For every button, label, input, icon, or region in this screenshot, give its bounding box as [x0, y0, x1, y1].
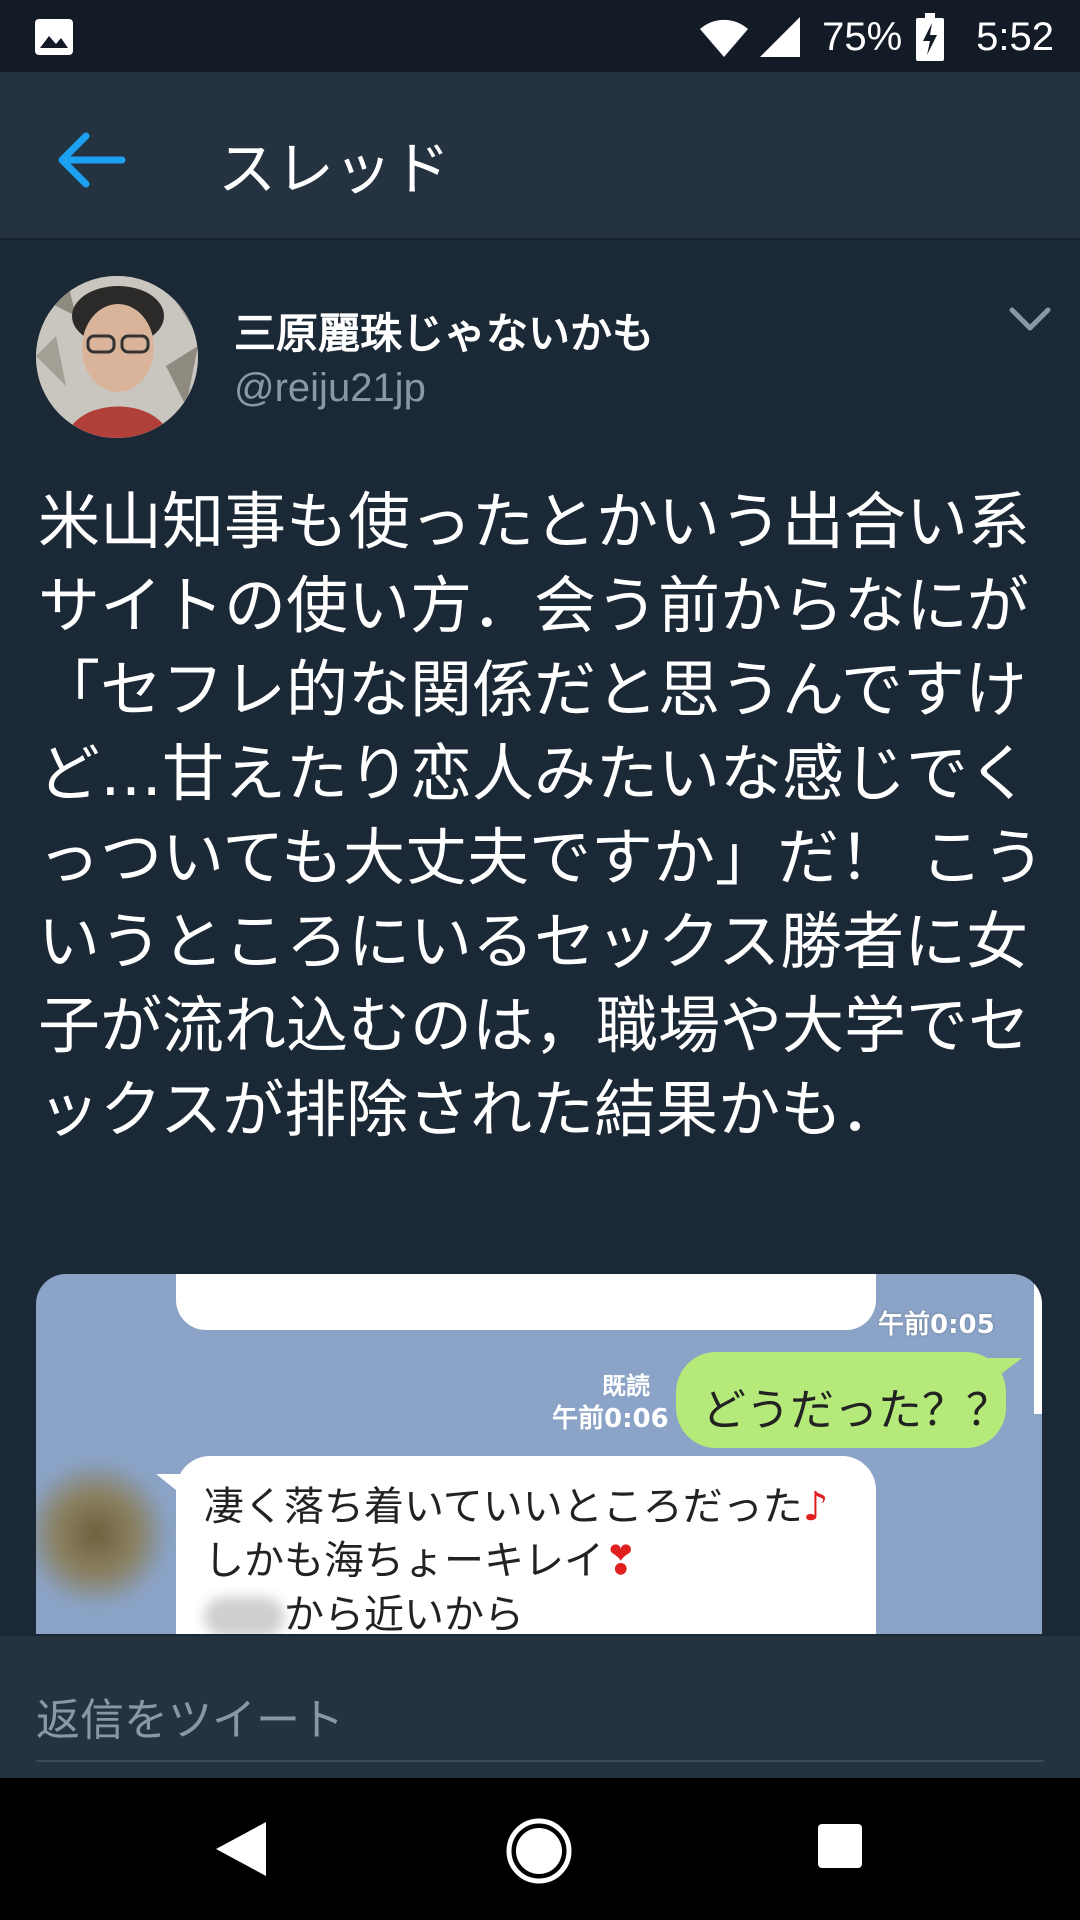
- app-header: スレッド: [0, 72, 1080, 240]
- image-icon: [34, 18, 74, 60]
- tweet-text: 米山知事も使ったとかいう出合い系サイトの使い方．会う前からなにが「セフレ的な関係…: [38, 485, 1045, 1146]
- display-name[interactable]: 三原麗珠じゃないかも: [234, 300, 654, 361]
- wifi-icon: [698, 15, 750, 59]
- tweet-media[interactable]: 午前0:05 既読 午前0:06 どうだった？？ 凄く落ち着いていいところだった…: [36, 1274, 1042, 1634]
- user-handle[interactable]: @reiju21jp: [234, 366, 426, 411]
- nav-home-icon[interactable]: [504, 1816, 574, 1886]
- signal-icon: [758, 15, 802, 59]
- back-button[interactable]: [52, 120, 132, 200]
- heart-icon: ❣: [604, 1538, 638, 1584]
- chevron-down-icon[interactable]: [1008, 304, 1052, 334]
- reply-input[interactable]: 返信をツイート: [36, 1684, 344, 1748]
- nav-back-icon[interactable]: [210, 1816, 276, 1882]
- blurred-text: [204, 1597, 284, 1634]
- chat-time: 午前0:05: [878, 1310, 995, 1340]
- clock: 5:52: [976, 14, 1054, 59]
- chat-read-label: 既読: [602, 1372, 650, 1400]
- reply-underline: [36, 1760, 1044, 1762]
- avatar[interactable]: [36, 276, 198, 438]
- chat-line: しかも海ちょーキレイ❣: [204, 1538, 638, 1584]
- chat-line: から近いから: [204, 1588, 828, 1634]
- chat-line: 凄く落ち着いていいところだった♪: [204, 1484, 829, 1530]
- chat-bubble-previous: [176, 1274, 876, 1330]
- blurred-avatar: [36, 1464, 166, 1604]
- reply-bar: 返信をツイート: [0, 1636, 1080, 1778]
- page-title: スレッド: [218, 135, 451, 203]
- battery-charging-icon: [916, 13, 945, 61]
- status-bar: 75% 5:52: [0, 0, 1080, 72]
- arrow-left-icon: [58, 132, 126, 188]
- battery-percent: 75%: [822, 14, 903, 59]
- navigation-bar: [0, 1778, 1080, 1920]
- chat-received-text: 凄く落ち着いていいところだった♪ しかも海ちょーキレイ❣ から近いから: [204, 1480, 828, 1634]
- chat-time: 午前0:06: [552, 1404, 669, 1434]
- chat-sent-text: どうだった？？: [702, 1385, 1010, 1436]
- status-icons: 75% 5:52: [698, 12, 1054, 62]
- media-edge: [1034, 1274, 1042, 1414]
- music-note-icon: ♪: [802, 1484, 829, 1530]
- nav-recents-icon[interactable]: [816, 1822, 864, 1870]
